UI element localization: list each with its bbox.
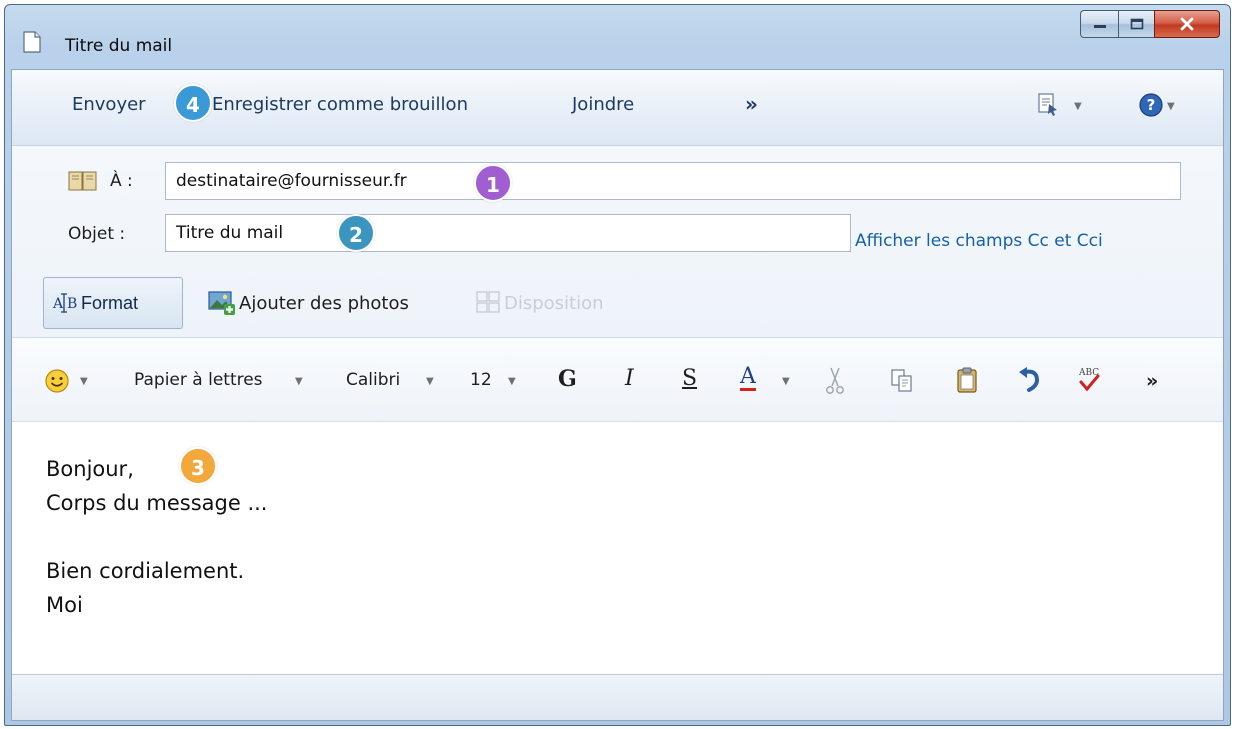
format-label: Format — [81, 292, 139, 313]
compose-client-area: Envoyer Enregistrer comme brouillon Join… — [11, 69, 1224, 721]
bold-button[interactable]: G — [558, 366, 577, 392]
font-family-dropdown[interactable]: Calibri — [346, 370, 400, 390]
paste-icon[interactable] — [955, 366, 979, 394]
minimize-button[interactable] — [1080, 10, 1118, 38]
underline-button[interactable]: S — [682, 366, 697, 391]
subject-label: Objet : — [68, 224, 126, 244]
toolbar-more-button[interactable]: » — [745, 92, 758, 116]
stationery-dropdown[interactable]: Papier à lettres — [134, 370, 263, 390]
font-size-dropdown[interactable]: 12 — [470, 370, 492, 390]
svg-text:?: ? — [1147, 96, 1156, 114]
body-line — [46, 520, 1223, 554]
body-line: Bien cordialement. — [46, 559, 245, 583]
attach-button[interactable]: Joindre — [572, 94, 634, 115]
send-button[interactable]: Envoyer — [72, 94, 146, 115]
svg-text:A: A — [52, 296, 64, 312]
emoticon-icon[interactable] — [44, 368, 70, 394]
font-family-dropdown-icon[interactable]: ▼ — [426, 376, 434, 387]
close-button[interactable] — [1154, 10, 1220, 38]
to-input[interactable]: destinataire@fournisseur.fr — [165, 162, 1181, 200]
add-photos-button[interactable]: Ajouter des photos — [239, 293, 409, 314]
save-draft-button[interactable]: Enregistrer comme brouillon — [212, 94, 468, 115]
callout-badge-one: 1 — [474, 164, 512, 202]
font-size-dropdown-icon[interactable]: ▼ — [508, 376, 516, 387]
body-line: Corps du message ... — [46, 491, 268, 515]
body-line: Bonjour, — [46, 457, 134, 481]
undo-icon[interactable] — [1017, 366, 1043, 394]
address-book-icon[interactable] — [68, 170, 98, 192]
emoticon-dropdown-icon[interactable]: ▼ — [80, 376, 88, 387]
body-line: Moi — [46, 593, 83, 617]
callout-badge-four: 4 — [174, 84, 212, 122]
title-bar[interactable]: Titre du mail — [5, 5, 1230, 65]
formatting-more-button[interactable]: » — [1146, 370, 1158, 392]
window-title: Titre du mail — [65, 36, 173, 56]
spell-check-icon[interactable]: ABC — [1076, 364, 1102, 394]
message-options-icon[interactable] — [1037, 92, 1059, 118]
format-button[interactable]: A B Format — [43, 277, 183, 329]
cut-icon[interactable] — [824, 366, 846, 396]
layout-button: Disposition — [504, 293, 604, 314]
help-dropdown-icon[interactable]: ▼ — [1167, 101, 1175, 112]
add-photos-icon[interactable] — [207, 289, 237, 317]
message-header-fields: À : destinataire@fournisseur.fr Objet : … — [12, 146, 1223, 338]
close-icon — [1180, 17, 1194, 31]
copy-icon[interactable] — [890, 368, 914, 394]
maximize-button[interactable] — [1118, 10, 1154, 38]
svg-text:B: B — [67, 296, 77, 312]
status-bar — [12, 674, 1223, 720]
callout-badge-three: 3 — [179, 447, 217, 485]
to-label: À : — [110, 171, 133, 191]
document-icon — [23, 31, 41, 53]
italic-button[interactable]: I — [625, 366, 634, 391]
font-color-button[interactable]: A — [740, 366, 756, 391]
message-options-dropdown-icon[interactable]: ▼ — [1074, 101, 1082, 112]
stationery-dropdown-icon[interactable]: ▼ — [295, 376, 303, 387]
show-cc-bcc-link[interactable]: Afficher les champs Cc et Cci — [855, 231, 1103, 251]
help-icon[interactable]: ? — [1138, 92, 1164, 118]
minimize-icon — [1093, 25, 1106, 28]
subject-input[interactable]: Titre du mail — [165, 214, 851, 252]
format-icon: A B — [52, 293, 77, 313]
window-controls — [1080, 10, 1220, 38]
font-color-dropdown-icon[interactable]: ▼ — [782, 376, 790, 387]
layout-icon — [476, 291, 500, 313]
maximize-icon — [1130, 18, 1143, 30]
formatting-toolbar: ▼ Papier à lettres ▼ Calibri ▼ 12 ▼ G I … — [12, 338, 1223, 422]
callout-badge-two: 2 — [337, 214, 375, 252]
